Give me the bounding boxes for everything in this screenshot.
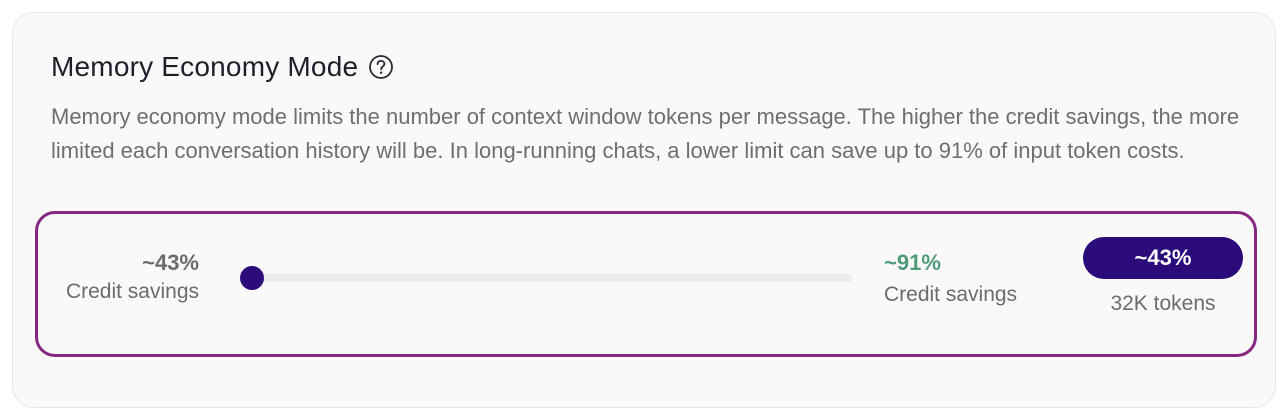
- max-savings-caption: Credit savings: [884, 283, 1018, 306]
- slider-thumb[interactable]: [240, 266, 264, 290]
- min-savings-value: ~43%: [142, 250, 199, 275]
- slider-track[interactable]: [244, 274, 852, 282]
- memory-economy-card: Memory Economy Mode Memory economy mode …: [12, 12, 1276, 408]
- current-token-count: 32K tokens: [1110, 292, 1216, 315]
- min-savings-label: ~43% Credit savings: [66, 249, 199, 307]
- section-header: Memory Economy Mode: [51, 51, 394, 83]
- economy-slider-panel: ~43% Credit savings ~91% Credit savings …: [35, 211, 1257, 357]
- current-savings-badge: ~43%: [1083, 237, 1243, 279]
- max-savings-label: ~91% Credit savings: [884, 249, 1017, 313]
- min-savings-caption: Credit savings: [65, 280, 199, 303]
- max-savings-value: ~91%: [884, 250, 941, 275]
- section-title: Memory Economy Mode: [51, 51, 359, 82]
- question-circle-icon[interactable]: [368, 54, 394, 80]
- section-description: Memory economy mode limits the number of…: [51, 104, 1240, 163]
